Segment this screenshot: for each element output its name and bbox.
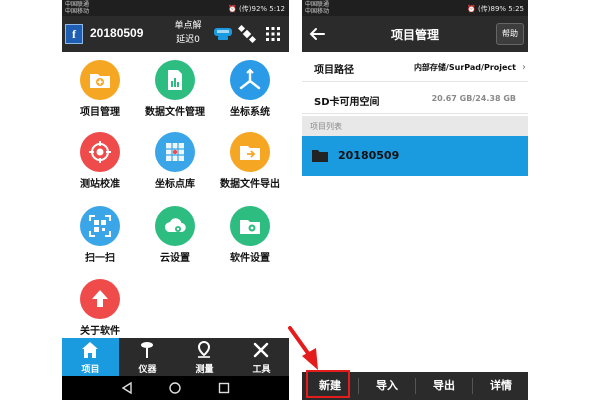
location-pin-icon [197, 341, 211, 358]
folder-export-icon [230, 132, 270, 172]
app-header: 项目管理 帮助 [302, 16, 528, 52]
tab-measure[interactable]: 测量 [176, 338, 233, 376]
project-list-header-label: 项目列表 [310, 122, 342, 131]
sd-space-value: 20.67 GB/24.38 GB [431, 94, 516, 103]
chevron-right-icon: › [522, 62, 526, 73]
qr-scan-icon [80, 206, 120, 246]
app-logo[interactable]: f [65, 24, 83, 44]
latency-value: 延迟0 [176, 35, 200, 45]
highlight-box [306, 370, 350, 398]
back-triangle-icon[interactable] [120, 381, 134, 395]
tile-label: 数据文件导出 [220, 179, 280, 190]
tile-label: 测站校准 [80, 179, 120, 190]
tools-icon [253, 342, 269, 358]
current-project-name[interactable]: 20180509 [90, 26, 143, 40]
tab-tools[interactable]: 工具 [233, 338, 289, 376]
sd-space-row: SD卡可用空间 20.67 GB/24.38 GB [302, 84, 528, 114]
tile-coordinate-point-library[interactable]: 坐标点库 [137, 124, 213, 192]
page-title: 项目管理 [390, 28, 439, 42]
bottom-tab-bar: 项目 仪器 测量 工具 [62, 338, 289, 376]
status-bar: 中国联通 中国移动 ⏰ (传)89% 5:25 [302, 0, 528, 16]
solution-type: 单点解 [174, 21, 202, 31]
upload-arrow-icon [80, 279, 120, 319]
tile-label: 坐标点库 [155, 179, 195, 190]
status-bar: 中国联通 中国移动 ⏰ (传)92% 5:12 [62, 0, 289, 16]
tab-label: 测量 [195, 365, 214, 375]
tile-data-file-export[interactable]: 数据文件导出 [212, 124, 288, 192]
tab-project[interactable]: 项目 [62, 338, 119, 376]
tab-instrument[interactable]: 仪器 [119, 338, 176, 376]
target-icon [80, 132, 120, 172]
carrier-line-2: 中国移动 [65, 8, 90, 15]
tile-software-settings[interactable]: 软件设置 [212, 198, 288, 266]
home-icon [82, 342, 98, 358]
export-button[interactable]: 导出 [416, 372, 472, 400]
instrument-icon [141, 342, 153, 358]
folder-settings-icon [230, 206, 270, 246]
details-button[interactable]: 详情 [473, 372, 528, 400]
carrier-info: 中国联通 中国移动 [305, 1, 329, 15]
tile-coordinate-system[interactable]: 坐标系统 [212, 52, 288, 120]
data-file-icon [155, 60, 195, 100]
help-button[interactable]: 帮助 [496, 23, 524, 45]
tile-data-file-management[interactable]: 数据文件管理 [137, 52, 213, 120]
home-circle-icon[interactable] [168, 381, 182, 395]
carrier-line-1: 中国联通 [305, 1, 330, 8]
tile-station-calibration[interactable]: 测站校准 [62, 124, 138, 192]
sd-space-label: SD卡可用空间 [314, 97, 380, 108]
carrier-info: 中国联通 中国移动 [65, 1, 89, 15]
tile-label: 扫一扫 [85, 253, 115, 264]
system-nav-bar [62, 376, 289, 400]
carrier-line-2: 中国移动 [305, 8, 330, 15]
tile-label: 项目管理 [80, 107, 120, 118]
tab-label: 仪器 [138, 365, 157, 375]
tile-label: 关于软件 [80, 326, 120, 337]
solution-status: 单点解 延迟0 [168, 19, 208, 47]
folder-add-icon [80, 60, 120, 100]
point-grid-icon [155, 132, 195, 172]
app-header: f 20180509 单点解 延迟0 [62, 16, 289, 52]
tile-scan[interactable]: 扫一扫 [62, 198, 138, 266]
recent-apps-icon[interactable] [217, 381, 231, 395]
tile-label: 云设置 [160, 253, 190, 264]
folder-icon [312, 150, 328, 162]
receiver-icon[interactable] [212, 25, 234, 43]
tile-project-management[interactable]: 项目管理 [62, 52, 138, 120]
status-right: ⏰ (传)89% 5:25 [467, 5, 524, 13]
tile-about-software[interactable]: 关于软件 [62, 271, 138, 339]
project-path-value: 内部存储/SurPad/Project [413, 63, 516, 72]
project-name: 20180509 [338, 149, 400, 162]
tile-label: 数据文件管理 [145, 107, 205, 118]
function-grid: 项目管理 数据文件管理 坐标系统 测站校准 坐标点库 数据文件导出 扫一扫 云设… [62, 52, 289, 338]
tile-label: 坐标系统 [230, 107, 270, 118]
project-path-label: 项目路径 [314, 65, 354, 76]
app-grid-icon[interactable] [266, 27, 280, 41]
cloud-settings-icon [155, 206, 195, 246]
tile-label: 软件设置 [230, 253, 270, 264]
import-button[interactable]: 导入 [359, 372, 415, 400]
left-phone-screen: 中国联通 中国移动 ⏰ (传)92% 5:12 f 20180509 单点解 延… [62, 0, 289, 400]
list-item[interactable]: 20180509 [302, 136, 528, 176]
carrier-line-1: 中国联通 [65, 1, 90, 8]
status-right: ⏰ (传)92% 5:12 [228, 5, 285, 13]
right-phone-screen: 中国联通 中国移动 ⏰ (传)89% 5:25 项目管理 帮助 项目路径 内部存… [302, 0, 528, 400]
tile-cloud-settings[interactable]: 云设置 [137, 198, 213, 266]
coordinate-axes-icon [230, 60, 270, 100]
tab-label: 项目 [81, 365, 100, 375]
satellite-icon[interactable] [238, 25, 256, 43]
project-path-row[interactable]: 项目路径 内部存储/SurPad/Project › [302, 52, 528, 82]
annotation-arrow-icon [288, 326, 318, 370]
tab-label: 工具 [252, 365, 271, 375]
project-list-header: 项目列表 [302, 116, 528, 136]
